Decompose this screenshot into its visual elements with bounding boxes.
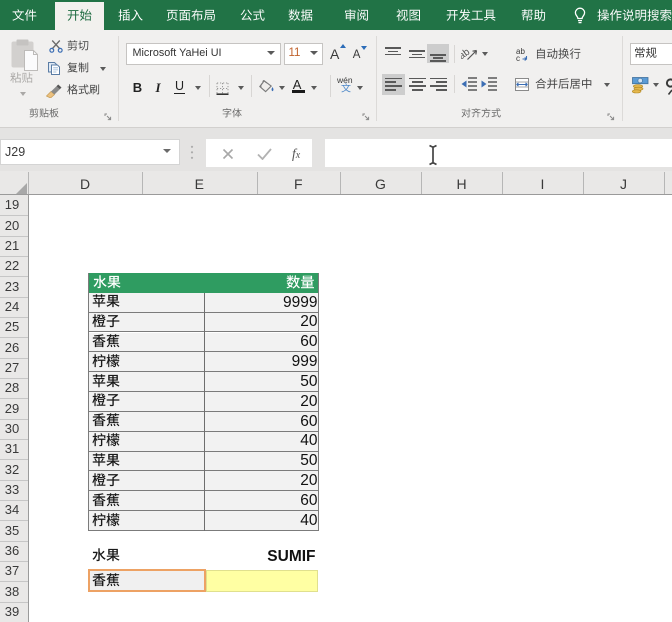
svg-text:ab: ab	[461, 46, 472, 62]
svg-text:c: c	[516, 54, 520, 62]
